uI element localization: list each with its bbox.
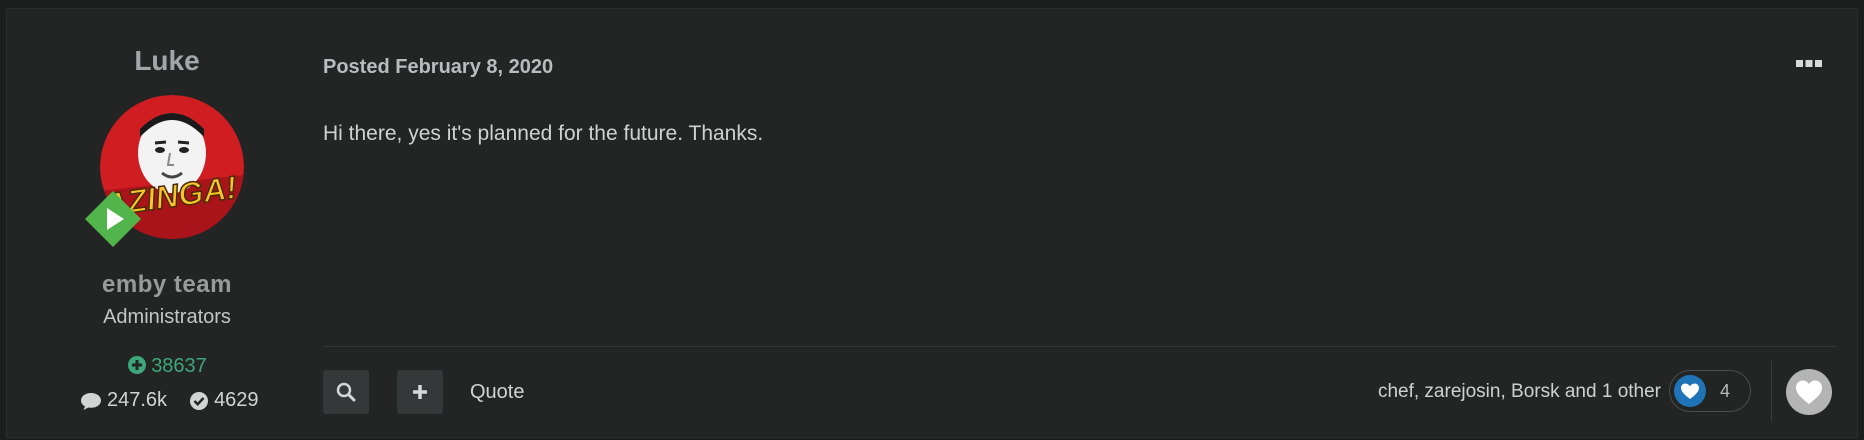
post-count: 247.6k [107,389,168,411]
react-button[interactable] [1786,369,1832,415]
post-body: Hi there, yes it's planned for the futur… [323,122,764,145]
team-logo-text: emby team [102,271,232,298]
search-button[interactable] [323,370,369,414]
reputation-badge: 38637 [7,355,327,378]
reputation-count: 38637 [151,355,207,377]
author-group: Administrators [103,306,231,328]
add-button[interactable] [397,370,443,414]
post-divider [323,346,1837,347]
reaction-users[interactable]: chef, zarejosin, Borsk and 1 other [1378,381,1661,403]
post-date[interactable]: Posted February 8, 2020 [323,56,553,79]
reaction-count: 4 [1720,380,1731,401]
plus-circle-icon [128,356,147,374]
check-circle-icon [190,391,209,410]
like-heart-icon [1674,375,1706,407]
plus-icon [413,385,427,399]
heart-icon [1796,380,1822,404]
reaction-separator [1771,361,1772,421]
forum-post: Luke AZINGA! emby team Administrators 38… [6,8,1858,438]
author-name[interactable]: Luke [7,45,327,77]
author-stats: 247.6k 4629 [80,389,259,412]
more-options-icon[interactable] [1796,57,1822,69]
emby-play-badge-icon [83,189,143,249]
author-panel: Luke AZINGA! emby team Administrators 38… [7,9,327,437]
solutions-stat: 4629 [189,389,259,412]
post-count-stat: 247.6k [80,389,167,412]
comment-icon [81,392,101,410]
search-icon [336,382,356,402]
quote-button[interactable]: Quote [470,381,524,404]
solutions-count: 4629 [214,389,259,411]
reaction-count-pill[interactable]: 4 [1669,370,1751,412]
